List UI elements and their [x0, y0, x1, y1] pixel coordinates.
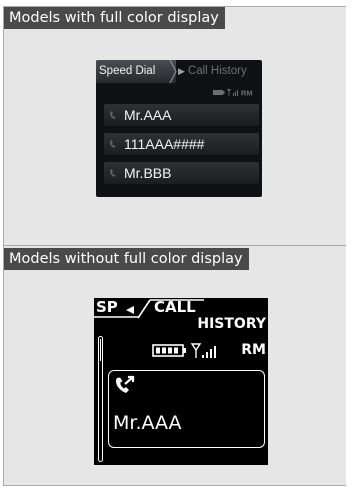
list-item-label: 111AAA#### — [124, 136, 205, 152]
tab-call-history-label: Call History — [187, 65, 247, 77]
status-indicators: RM — [213, 89, 253, 97]
outgoing-call-icon — [116, 375, 135, 393]
handset-icon — [110, 111, 116, 119]
battery-icon — [213, 90, 225, 95]
tab-speed-dial-label: Speed Dial — [99, 65, 156, 77]
list-item-label: Mr.AAA — [124, 107, 172, 123]
mono-header: Models without full color display — [4, 248, 249, 270]
list-item-label: Mr.BBB — [124, 165, 172, 181]
chevron-left-icon — [126, 306, 134, 314]
tab-call-history[interactable]: ▶ Call History — [174, 60, 262, 83]
list-item[interactable]: 111AAA#### — [104, 133, 259, 155]
handset-icon — [110, 140, 116, 148]
handset-icon — [110, 169, 116, 177]
tab-speed-dial[interactable]: Speed Dial — [96, 60, 176, 83]
mono-screen: SP CALL HISTORY RM Mr.AAA — [94, 298, 268, 465]
section-divider — [3, 245, 346, 246]
tab-divider — [169, 60, 177, 83]
signal-icon — [227, 89, 238, 96]
selected-entry-box[interactable] — [108, 370, 265, 448]
scrollbar-thumb[interactable] — [99, 339, 101, 361]
status-rm-text: RM — [241, 89, 253, 97]
battery-icon — [152, 344, 186, 357]
scrollbar[interactable] — [98, 336, 103, 462]
selected-entry-label: Mr.AAA — [113, 412, 182, 434]
tab-separator — [94, 299, 204, 319]
tab-bar: ▶ Call History Speed Dial — [96, 60, 262, 83]
chevron-right-icon: ▶ — [178, 66, 185, 76]
full-color-screen: ▶ Call History Speed Dial RM Mr.AAA 111AA… — [96, 60, 262, 197]
status-indicators — [152, 343, 216, 358]
full-color-header: Models with full color display — [4, 7, 225, 29]
signal-icon — [190, 343, 216, 358]
status-rm-text: RM — [241, 342, 266, 358]
list-item[interactable]: Mr.BBB — [104, 162, 259, 184]
list-item[interactable]: Mr.AAA — [104, 104, 259, 126]
